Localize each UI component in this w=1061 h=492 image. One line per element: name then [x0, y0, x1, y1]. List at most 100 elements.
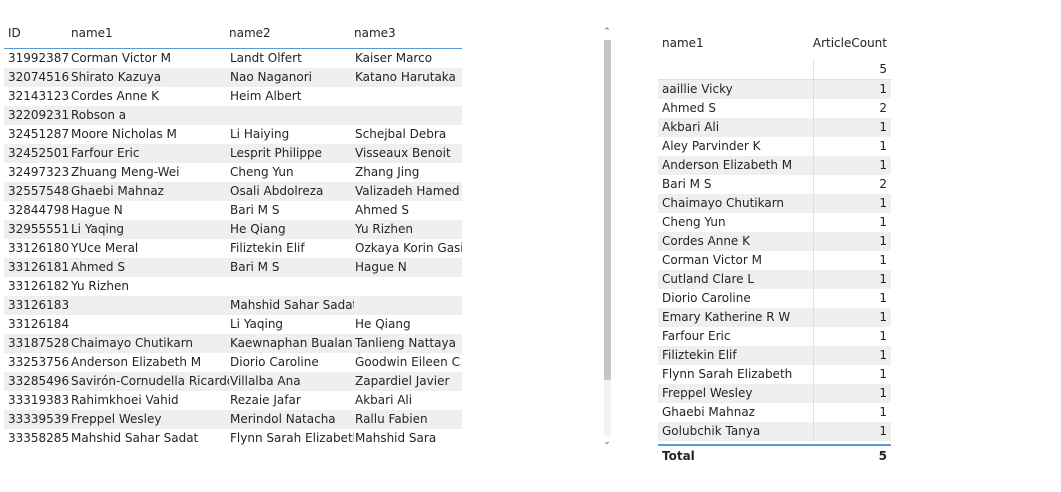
- table-row[interactable]: 32074516 Shirato Kazuya Nao Naganori Katano…: [4, 68, 462, 87]
- column-divider: [813, 251, 814, 270]
- cell-name1: Li Yaqing: [71, 222, 125, 236]
- left-table-header: ID name1 name2 name3: [4, 20, 462, 49]
- row-count: 1: [879, 348, 887, 362]
- table-row[interactable]: Cheng Yun 1: [658, 213, 891, 232]
- cell-name2: Lesprit Philippe: [230, 146, 322, 160]
- row-name: Chaimayo Chutikarn: [662, 196, 785, 210]
- table-row[interactable]: 33358285 Mahshid Sahar Sadat Flynn Sarah E…: [4, 429, 462, 448]
- cell-id: 33126181: [8, 260, 70, 274]
- column-header-name1[interactable]: name1: [71, 20, 229, 46]
- table-row[interactable]: Freppel Wesley 1: [658, 384, 891, 403]
- column-divider: [813, 137, 814, 156]
- cell-name2: Nao Naganori: [230, 70, 313, 84]
- column-divider: [813, 308, 814, 327]
- column-divider: [813, 327, 814, 346]
- table-row[interactable]: Bari M S 2: [658, 175, 891, 194]
- cell-name1: Yu Rizhen: [71, 279, 129, 293]
- table-row[interactable]: 32209231 Robson a: [4, 106, 462, 125]
- table-row[interactable]: Ahmed S 2: [658, 99, 891, 118]
- table-row[interactable]: 32143123 Cordes Anne K Heim Albert: [4, 87, 462, 106]
- table-row[interactable]: Flynn Sarah Elizabeth 1: [658, 365, 891, 384]
- table-row[interactable]: Aley Parvinder K 1: [658, 137, 891, 156]
- table-row[interactable]: 33187528 Chaimayo Chutikarn Kaewnaphan Bua…: [4, 334, 462, 353]
- table-row[interactable]: Corman Victor M 1: [658, 251, 891, 270]
- row-count: 1: [879, 386, 887, 400]
- table-row[interactable]: Cordes Anne K 1: [658, 232, 891, 251]
- table-row[interactable]: 31992387 Corman Victor M Landt Olfert Kaise…: [4, 49, 462, 68]
- column-divider: [813, 289, 814, 308]
- table-row[interactable]: Chaimayo Chutikarn 1: [658, 194, 891, 213]
- cell-id: 32497323: [8, 165, 70, 179]
- cell-name3: Katano Harutaka: [355, 70, 456, 84]
- column-divider: [813, 365, 814, 384]
- column-header-id[interactable]: ID: [8, 20, 72, 46]
- row-name: Freppel Wesley: [662, 386, 753, 400]
- row-count: 2: [879, 101, 887, 115]
- scrollbar-thumb[interactable]: [604, 40, 611, 380]
- row-count: 1: [879, 424, 887, 438]
- table-row[interactable]: 33126184 Li Yaqing He Qiang: [4, 315, 462, 334]
- column-header-name2[interactable]: name2: [229, 20, 353, 46]
- vertical-scrollbar[interactable]: ⌃ ⌄: [602, 26, 612, 448]
- right-table-body: aaillie Vicky 1 Ahmed S 2 Akbari Ali 1 Aley Pa…: [654, 80, 894, 441]
- table-row[interactable]: 33126180 YUce Meral Filiztekin Elif Ozkaya …: [4, 239, 462, 258]
- row-name: Farfour Eric: [662, 329, 731, 343]
- row-count: 1: [879, 139, 887, 153]
- cell-name2: Merindol Natacha: [230, 412, 336, 426]
- table-row[interactable]: 32497323 Zhuang Meng-Wei Cheng Yun Zhang Ji…: [4, 163, 462, 182]
- row-name: Aley Parvinder K: [662, 139, 761, 153]
- cell-name3: Schejbal Debra: [355, 127, 447, 141]
- row-name: Anderson Elizabeth M: [662, 158, 793, 172]
- row-count: 1: [879, 272, 887, 286]
- table-row[interactable]: 33253756 Anderson Elizabeth M Diorio Carol…: [4, 353, 462, 372]
- row-count: 1: [879, 82, 887, 96]
- chevron-down-icon[interactable]: ⌄: [602, 436, 612, 448]
- table-row[interactable]: 33126183 Mahshid Sahar Sadat: [4, 296, 462, 315]
- cell-name2: Osali Abdolreza: [230, 184, 324, 198]
- chevron-up-icon[interactable]: ⌃: [602, 26, 612, 38]
- table-row[interactable]: Anderson Elizabeth M 1: [658, 156, 891, 175]
- cell-id: 33126183: [8, 298, 70, 312]
- table-row[interactable]: Golubchik Tanya 1: [658, 422, 891, 441]
- table-row[interactable]: 33126181 Ahmed S Bari M S Hague N: [4, 258, 462, 277]
- table-row[interactable]: 32955551 Li Yaqing He Qiang Yu Rizhen: [4, 220, 462, 239]
- column-divider: [813, 422, 814, 441]
- table-row[interactable]: Akbari Ali 1: [658, 118, 891, 137]
- cell-name2: Bari M S: [230, 260, 280, 274]
- table-row[interactable]: Filiztekin Elif 1: [658, 346, 891, 365]
- column-header-name1[interactable]: name1: [662, 36, 704, 50]
- column-header-name3[interactable]: name3: [354, 20, 462, 46]
- cell-name2: Diorio Caroline: [230, 355, 319, 369]
- table-row[interactable]: 32451287 Moore Nicholas M Li Haiying Schejb…: [4, 125, 462, 144]
- cell-name1: Ghaebi Mahnaz: [71, 184, 164, 198]
- table-row[interactable]: Farfour Eric 1: [658, 327, 891, 346]
- table-row[interactable]: 32844798 Hague N Bari M S Ahmed S: [4, 201, 462, 220]
- cell-name3: He Qiang: [355, 317, 411, 331]
- table-row[interactable]: 33126182 Yu Rizhen: [4, 277, 462, 296]
- scrollbar-track[interactable]: [604, 40, 611, 436]
- cell-name2: He Qiang: [230, 222, 286, 236]
- cell-name1: Shirato Kazuya: [71, 70, 162, 84]
- table-row[interactable]: aaillie Vicky 1: [658, 80, 891, 99]
- table-row[interactable]: 33319383 Rahimkhoei Vahid Rezaie Jafar Akba…: [4, 391, 462, 410]
- table-row[interactable]: Ghaebi Mahnaz 1: [658, 403, 891, 422]
- row-name: Ghaebi Mahnaz: [662, 405, 755, 419]
- table-row[interactable]: 33339539 Freppel Wesley Merindol Natacha Ra…: [4, 410, 462, 429]
- cell-name2: Kaewnaphan Bualan: [230, 336, 353, 350]
- row-count: 2: [879, 177, 887, 191]
- column-divider: [813, 118, 814, 137]
- cell-name3: Visseaux Benoit: [355, 146, 451, 160]
- table-row[interactable]: 32452501 Farfour Eric Lesprit Philippe Viss…: [4, 144, 462, 163]
- table-row[interactable]: 32557548 Ghaebi Mahnaz Osali Abdolreza Vali…: [4, 182, 462, 201]
- cell-name1: Mahshid Sahar Sadat: [71, 431, 199, 445]
- table-row[interactable]: Emary Katherine R W 1: [658, 308, 891, 327]
- table-row[interactable]: Diorio Caroline 1: [658, 289, 891, 308]
- row-name: Emary Katherine R W: [662, 310, 791, 324]
- row-name: Diorio Caroline: [662, 291, 751, 305]
- cell-name1: Farfour Eric: [71, 146, 140, 160]
- column-divider: [813, 194, 814, 213]
- column-header-articlecount[interactable]: ArticleCount: [813, 36, 887, 50]
- table-row[interactable]: Cutland Clare L 1: [658, 270, 891, 289]
- cell-id: 33285496: [8, 374, 70, 388]
- table-row[interactable]: 33285496 Savirón-Cornudella Ricardo Villal…: [4, 372, 462, 391]
